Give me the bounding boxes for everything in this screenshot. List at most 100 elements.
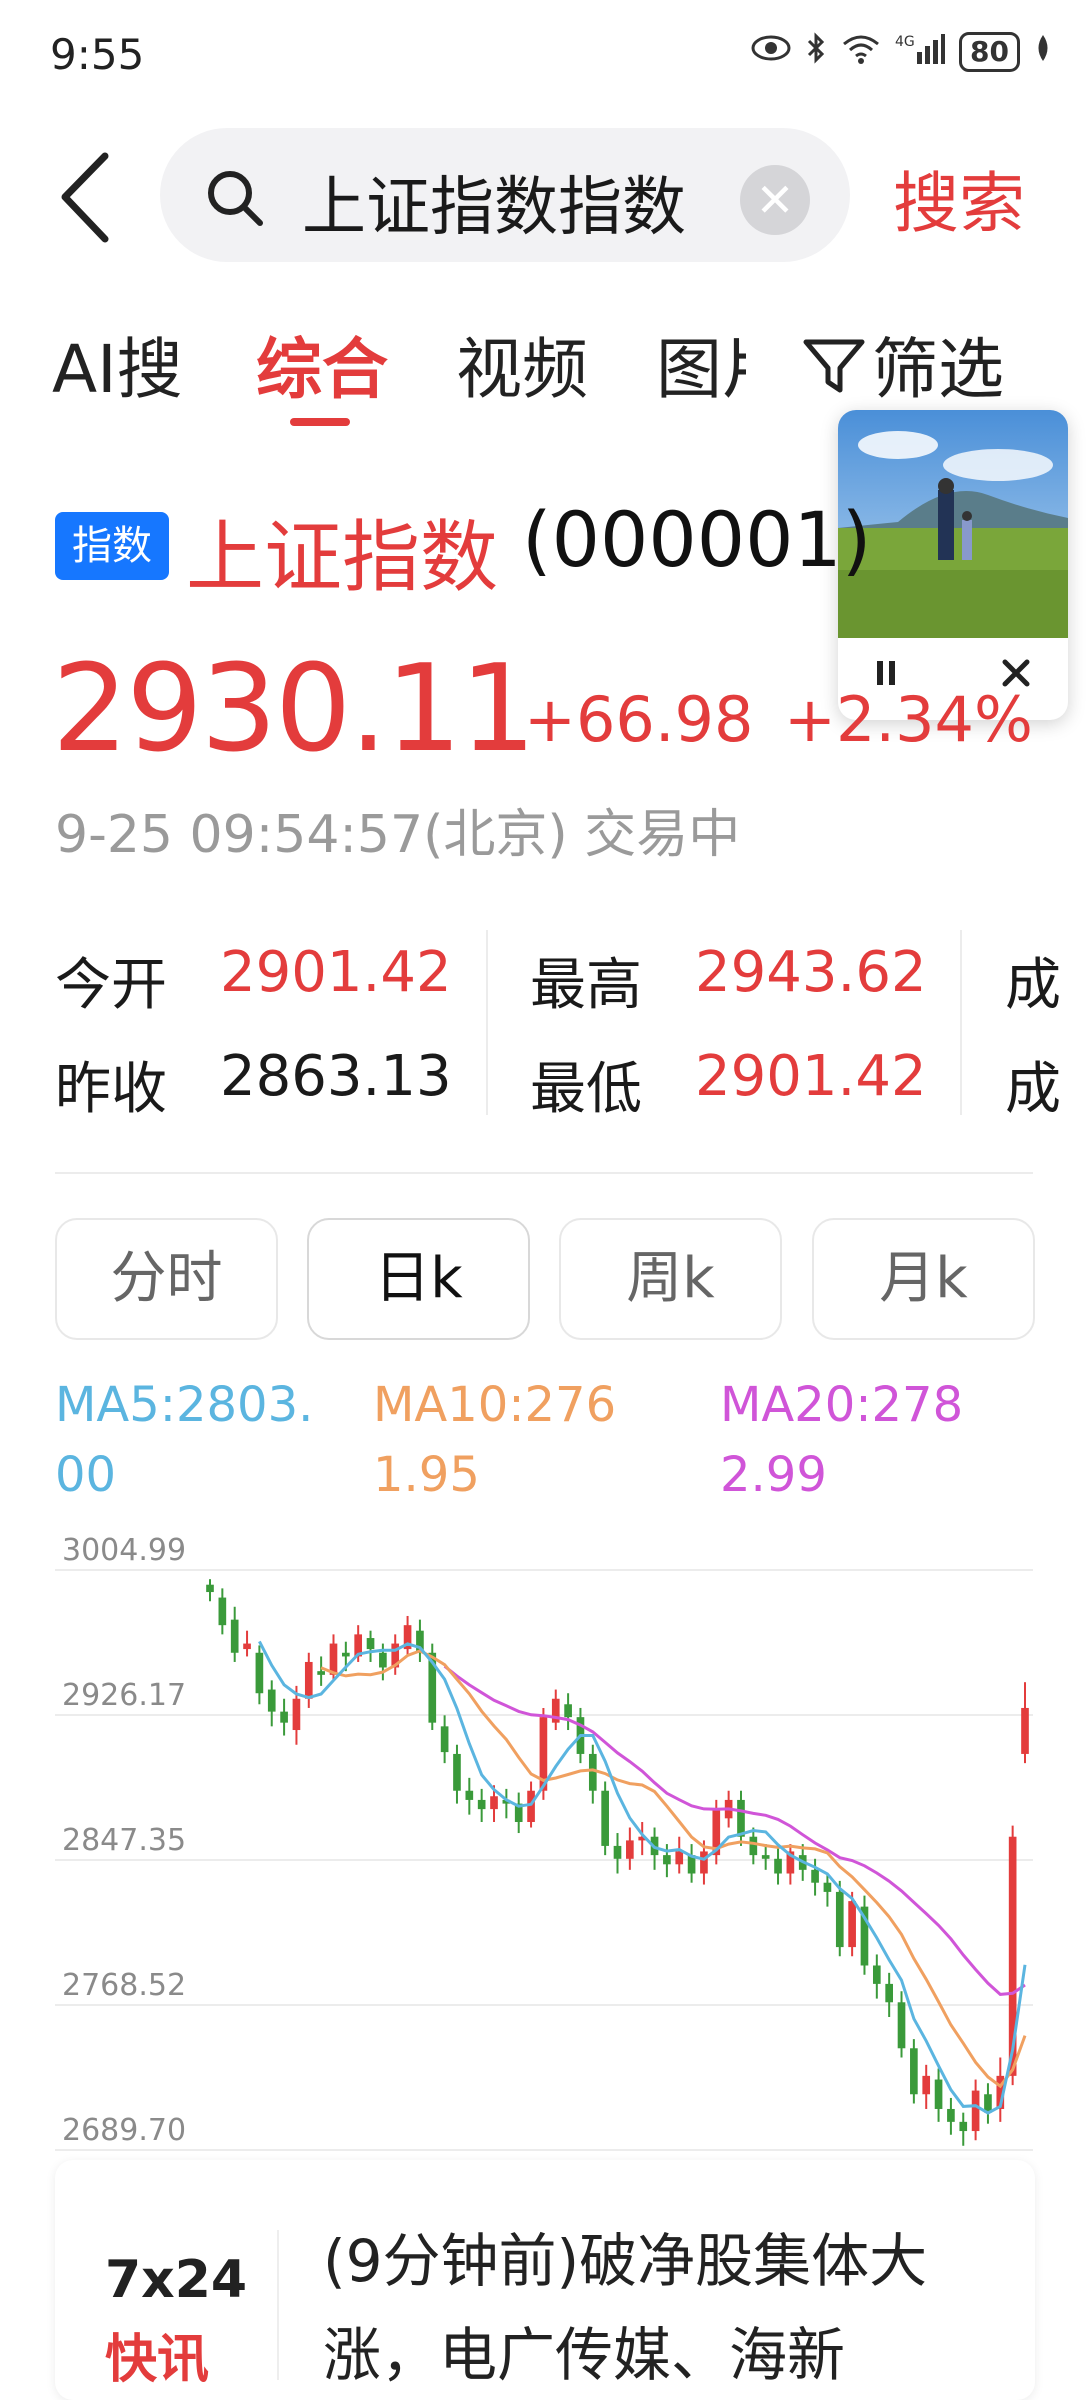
candle-body: [453, 1753, 461, 1791]
candle-body: [613, 1845, 622, 1859]
leaf-icon: [1034, 33, 1052, 71]
index-code: (000001): [522, 495, 872, 584]
chevron-left-icon: [61, 152, 109, 243]
candle-body: [922, 2075, 931, 2095]
price-change-percent: +2.34%: [784, 683, 1033, 756]
candle-body: [663, 1855, 671, 1865]
daily-k-chart[interactable]: 3004.992926.172847.352768.522689.702024-…: [0, 1520, 1088, 2200]
candle-body: [379, 1652, 387, 1668]
candle-body: [737, 1799, 745, 1837]
search-input[interactable]: 上证指数指数 ✕: [160, 128, 850, 262]
index-badge: 指数: [55, 512, 169, 580]
y-tick-label: 2847.35: [62, 1823, 186, 1858]
candle-body: [910, 2048, 918, 2095]
filter-label: 筛选: [872, 331, 1004, 408]
svg-text:4G: 4G: [895, 34, 915, 50]
clear-search-button[interactable]: ✕: [740, 165, 810, 235]
search-button[interactable]: 搜索: [893, 150, 1025, 246]
candle-body: [465, 1790, 474, 1800]
filter-button[interactable]: 筛选: [796, 316, 1004, 412]
video-thumbnail: [838, 410, 1068, 638]
high-value: 2943.62: [695, 940, 927, 1005]
candle-body: [243, 1643, 251, 1650]
candle-body: [588, 1753, 597, 1791]
candle-body: [934, 2079, 943, 2109]
tab-general[interactable]: 综合: [256, 316, 388, 412]
candle-body: [885, 1983, 893, 2003]
mini-video-player[interactable]: [838, 410, 1068, 720]
tab-intraday[interactable]: 分时: [55, 1218, 278, 1340]
back-button[interactable]: [55, 150, 115, 245]
ma5-line: [258, 1640, 1027, 2115]
candle-body: [823, 1882, 832, 1892]
filter-icon: [803, 339, 865, 393]
tab-monthly-k[interactable]: 月k: [812, 1218, 1035, 1340]
index-price: 2930.11: [52, 640, 536, 779]
ma5-value: MA5:2803.00: [55, 1377, 314, 1503]
candle-body: [848, 1901, 856, 1948]
status-bar: 9:55 4G 80: [0, 0, 1088, 110]
candle-body: [342, 1652, 350, 1657]
candle-body: [564, 1704, 572, 1718]
candle-body: [675, 1851, 684, 1865]
news-divider: [277, 2230, 279, 2380]
candle-body: [230, 1619, 239, 1653]
news-headline: (9分钟前)破净股集体大涨，电广传媒、海新: [323, 2160, 1023, 2400]
news-flash-card[interactable]: 7x24 快讯 (9分钟前)破净股集体大涨，电广传媒、海新: [55, 2160, 1035, 2400]
open-label: 今开: [55, 953, 167, 1018]
open-value: 2901.42: [220, 940, 452, 1005]
candle-body: [255, 1652, 264, 1694]
y-tick-label: 3004.99: [62, 1533, 186, 1568]
period-tabs: 分时 日k 周k 月k: [55, 1218, 1035, 1340]
candle-body: [366, 1638, 375, 1650]
candle-body: [811, 1869, 819, 1883]
candle-body: [490, 1796, 498, 1810]
signal-icon: 4G: [895, 32, 946, 72]
y-tick-label: 2926.17: [62, 1678, 186, 1713]
candle-body: [835, 1891, 844, 1948]
stats-divider: [486, 930, 488, 1115]
candle-body: [280, 1711, 288, 1723]
prev-close-value: 2863.13: [220, 1044, 452, 1109]
bluetooth-icon: [805, 32, 827, 72]
index-name[interactable]: 上证指数: [186, 495, 498, 607]
candle-body: [218, 1597, 227, 1626]
wifi-icon: [841, 32, 881, 72]
eye-icon: [751, 33, 791, 71]
turnover-label: 成: [1005, 1057, 1061, 1122]
news-prev-line: [323, 2160, 1023, 2214]
status-icons: 4G 80: [751, 32, 1052, 72]
tab-video[interactable]: 视频: [456, 316, 588, 412]
y-tick-label: 2768.52: [62, 1968, 186, 2003]
tab-images[interactable]: 图片: [656, 316, 746, 412]
ma20-value: MA20:2782.99: [720, 1377, 964, 1503]
search-query: 上证指数指数: [302, 171, 686, 245]
status-time: 9:55: [50, 30, 145, 79]
tab-weekly-k[interactable]: 周k: [559, 1218, 782, 1340]
candle-body: [872, 1965, 881, 1984]
candle-body: [761, 1855, 770, 1859]
close-icon: ✕: [755, 173, 795, 227]
candle-body: [626, 1840, 634, 1859]
quote-stats: 今开 2901.42 昨收 2863.13 最高 2943.62 最低 2901…: [0, 920, 1088, 1122]
candle-body: [774, 1858, 782, 1874]
candle-body: [477, 1799, 486, 1810]
candle-body: [971, 2090, 980, 2132]
tab-ai-search[interactable]: AI搜: [52, 316, 183, 412]
candle-body: [440, 1726, 449, 1753]
price-change: +66.98: [524, 683, 754, 756]
tab-daily-k[interactable]: 日k: [307, 1218, 530, 1340]
stats-divider: [960, 930, 962, 1115]
news-logo-line1: 7x24: [105, 2250, 248, 2310]
prev-close-label: 昨收: [55, 1057, 167, 1122]
candle-body: [527, 1790, 535, 1823]
candle-body: [317, 1671, 325, 1675]
ma10-value: MA10:2761.95: [373, 1377, 617, 1503]
candle-body: [206, 1584, 214, 1593]
candle-body: [267, 1689, 276, 1712]
section-divider: [55, 1172, 1033, 1174]
low-label: 最低: [530, 1057, 642, 1122]
high-label: 最高: [530, 953, 642, 1018]
candle-body: [749, 1836, 758, 1856]
low-value: 2901.42: [695, 1044, 927, 1109]
